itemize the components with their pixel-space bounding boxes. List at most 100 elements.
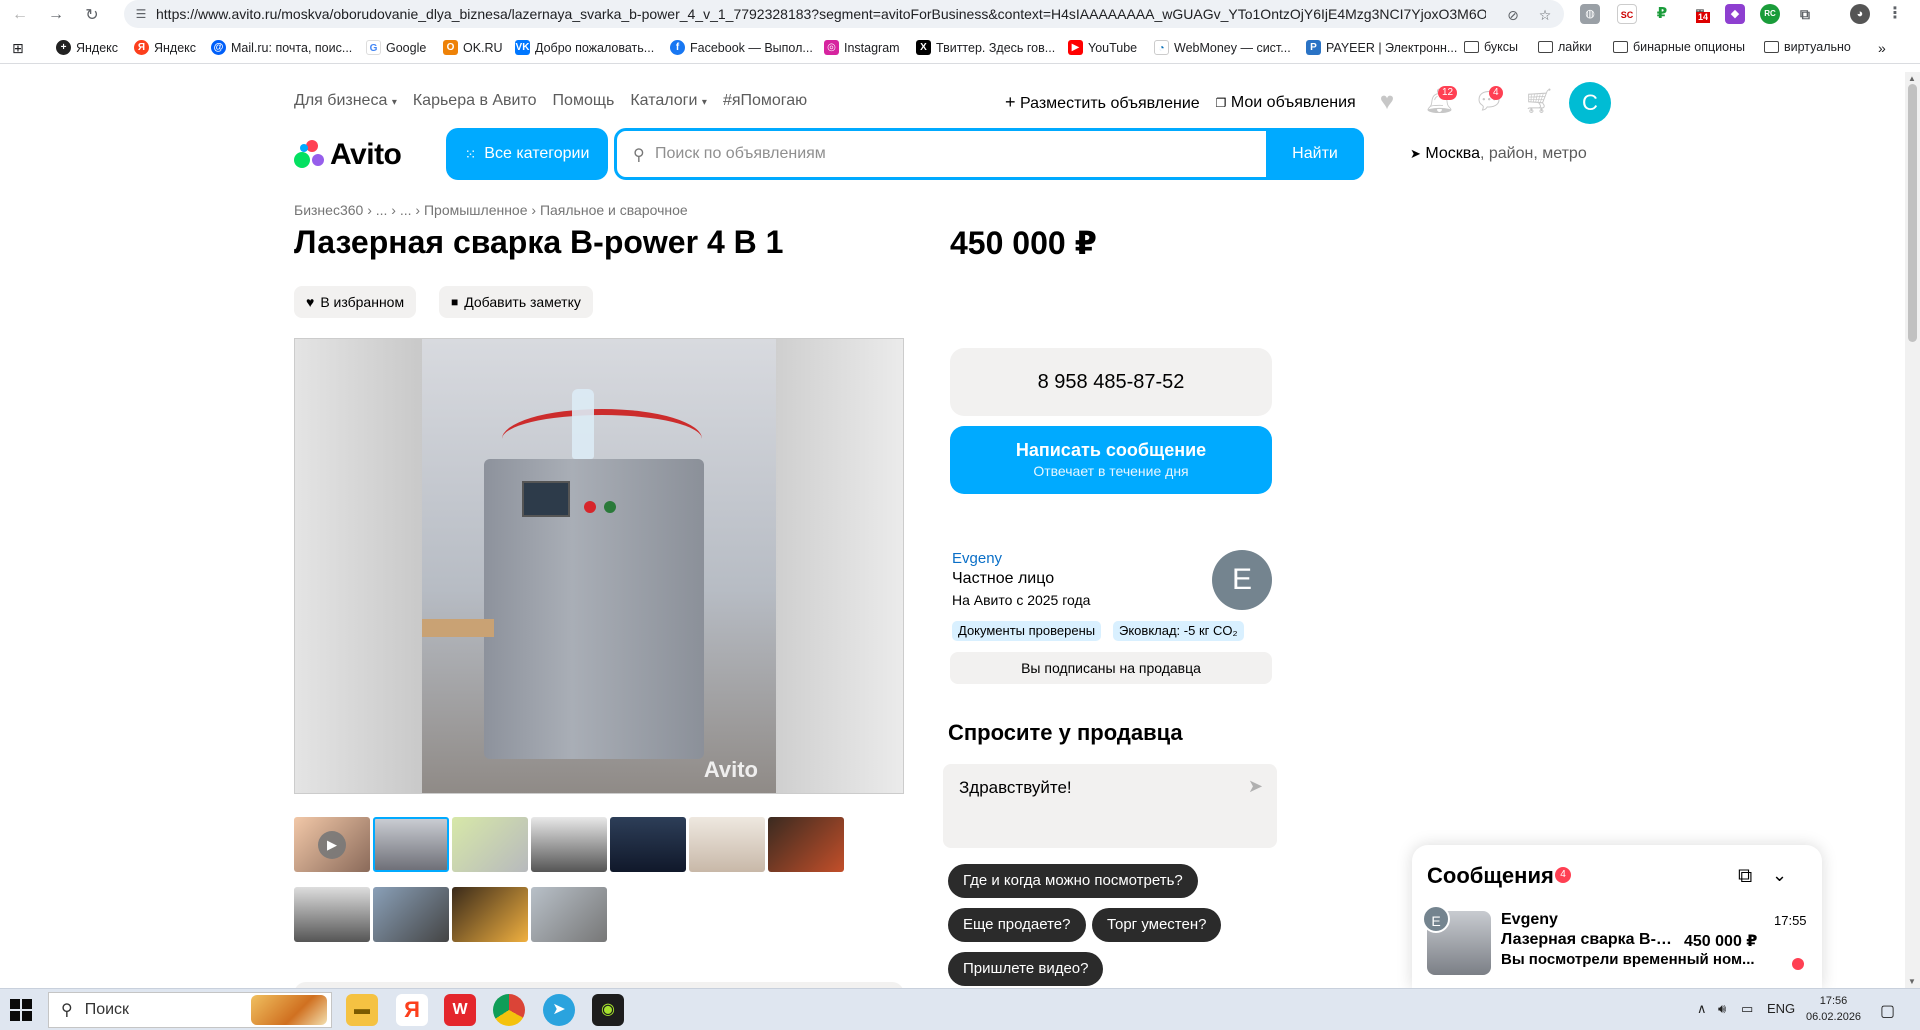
telegram-icon[interactable]: ➤: [543, 994, 575, 1026]
eco-badge[interactable]: Эковклад: -5 кг CO₂: [1113, 621, 1244, 641]
thumbnail[interactable]: [294, 887, 370, 942]
bookmark-webmoney[interactable]: ◔ WebMoney — сист...: [1154, 40, 1291, 55]
seller-name-link[interactable]: Evgeny: [952, 550, 1002, 567]
scroll-thumb[interactable]: [1908, 84, 1917, 342]
breadcrumb[interactable]: Бизнес360 › ... › ... › Промышленное › П…: [294, 202, 688, 218]
bookmark-twitter[interactable]: X Твиттер. Здесь гов...: [916, 40, 1055, 55]
site-info-icon[interactable]: ☰: [132, 5, 150, 23]
extensions-icon[interactable]: ⧉: [1795, 4, 1815, 24]
favorite-button[interactable]: ♥ В избранном: [294, 286, 417, 318]
main-photo[interactable]: Avito: [294, 338, 904, 794]
subscribed-button[interactable]: Вы подписаны на продавца: [950, 652, 1272, 684]
tray-chevron-icon[interactable]: ∧: [1697, 1001, 1707, 1017]
chat-last-message[interactable]: Вы посмотрели временный ном...: [1501, 951, 1761, 968]
quick-question-chip[interactable]: Еще продаете?: [948, 908, 1086, 942]
user-avatar[interactable]: C: [1569, 82, 1611, 124]
notification-center-icon[interactable]: ▢: [1880, 1001, 1895, 1021]
scroll-down-icon[interactable]: ▼: [1908, 977, 1916, 986]
nav-catalogs[interactable]: Каталоги ▾: [630, 92, 707, 110]
bookmark-folder-virtual[interactable]: виртуально: [1764, 40, 1851, 54]
bookmark-google[interactable]: G Google: [366, 40, 426, 55]
yandex-browser-icon[interactable]: Я: [396, 994, 428, 1026]
bookmark-instagram[interactable]: ◎ Instagram: [824, 40, 900, 55]
reload-icon[interactable]: ↻: [80, 3, 104, 27]
all-categories-button[interactable]: ⁙ Все категории: [446, 128, 608, 180]
send-icon[interactable]: ➤: [1248, 776, 1263, 797]
cart-icon[interactable]: 🛒︎: [1524, 88, 1554, 116]
bookmark-vk[interactable]: VK Добро пожаловать...: [515, 40, 654, 55]
ask-message-field[interactable]: Здравствуйте! ➤: [943, 764, 1277, 848]
sc-ext-icon[interactable]: SC: [1617, 4, 1637, 24]
globe-ext-icon[interactable]: ◍: [1580, 4, 1600, 24]
network-icon[interactable]: ▭: [1741, 1001, 1753, 1017]
bookmark-payeer[interactable]: P PAYEER | Электронн...: [1306, 40, 1457, 55]
thumbnail[interactable]: [452, 817, 528, 872]
rc-ext-icon[interactable]: RC: [1760, 4, 1780, 24]
write-message-button[interactable]: Написать сообщение Отвечает в течение дн…: [950, 426, 1272, 494]
calendar-ext-icon[interactable]: ▦14: [1690, 4, 1711, 24]
collapse-chevron-icon[interactable]: ⌄: [1772, 865, 1787, 886]
windows-start-icon[interactable]: [10, 999, 32, 1021]
favorites-heart-icon[interactable]: ♥: [1373, 88, 1401, 116]
wps-office-icon[interactable]: W: [444, 994, 476, 1026]
add-note-button[interactable]: ■ Добавить заметку: [439, 286, 593, 318]
eye-off-icon[interactable]: ⊘: [1502, 4, 1524, 26]
forward-icon[interactable]: →: [44, 3, 68, 27]
thumbnail[interactable]: [531, 817, 607, 872]
nav-business[interactable]: Для бизнеса ▾: [294, 92, 397, 110]
thumbnail-selected[interactable]: [373, 817, 449, 872]
docs-verified-badge[interactable]: Документы проверены: [952, 621, 1102, 641]
menu-dots-icon[interactable]: ⋮: [1885, 4, 1905, 24]
search-input[interactable]: [655, 139, 1235, 169]
nav-career[interactable]: Карьера в Авито: [413, 92, 537, 110]
back-icon[interactable]: ←: [8, 3, 32, 27]
my-ads-link[interactable]: ❐ Мои объявления: [1216, 94, 1356, 112]
phone-number-button[interactable]: 8 958 485-87-52: [950, 348, 1272, 416]
thumbnail[interactable]: [373, 887, 449, 942]
profile-icon[interactable]: ◕: [1850, 4, 1870, 24]
nav-ya-pomogayu[interactable]: #яПомогаю: [723, 92, 807, 110]
quick-question-chip[interactable]: Торг уместен?: [1092, 908, 1222, 942]
thumbnail[interactable]: [610, 817, 686, 872]
bookmark-facebook[interactable]: f Facebook — Выпол...: [670, 40, 813, 55]
taskbar-search[interactable]: ⚲ Поиск: [48, 992, 332, 1028]
quick-question-chip[interactable]: Где и когда можно посмотреть?: [948, 864, 1198, 898]
gem-ext-icon[interactable]: ◆: [1725, 4, 1745, 24]
scroll-up-icon[interactable]: ▲: [1908, 74, 1916, 83]
find-button[interactable]: Найти: [1266, 128, 1364, 180]
thumbnail[interactable]: [452, 887, 528, 942]
post-ad-link[interactable]: + Разместить объявление: [1005, 92, 1200, 113]
ruble-ext-icon[interactable]: ₽: [1652, 4, 1672, 24]
location-selector[interactable]: ➤ Москва, район, метро: [1410, 145, 1587, 163]
file-explorer-icon[interactable]: ▬: [346, 994, 378, 1026]
bookmark-okru[interactable]: О OK.RU: [443, 40, 503, 55]
open-external-icon[interactable]: ⧉: [1738, 865, 1752, 888]
bookmark-star-icon[interactable]: ☆: [1534, 4, 1556, 26]
bookmark-folder-buksy[interactable]: буксы: [1464, 40, 1518, 54]
volume-icon[interactable]: 🔊︎: [1718, 1001, 1726, 1017]
language-indicator[interactable]: ENG: [1767, 1001, 1795, 1016]
page-scrollbar[interactable]: ▲ ▼: [1905, 72, 1920, 988]
clock[interactable]: 17:56 06.02.2026: [1806, 993, 1861, 1025]
app-icon[interactable]: ◉: [592, 994, 624, 1026]
avito-logo[interactable]: Avito: [294, 138, 402, 172]
apps-icon[interactable]: ⊞: [12, 40, 24, 57]
address-bar[interactable]: ☰ https://www.avito.ru/moskva/oborudovan…: [124, 0, 1564, 28]
chat-name[interactable]: Evgeny: [1501, 911, 1558, 929]
thumbnail[interactable]: [689, 817, 765, 872]
quick-question-chip[interactable]: Пришлете видео?: [948, 952, 1104, 986]
nav-help[interactable]: Помощь: [553, 92, 615, 110]
thumbnail[interactable]: [531, 887, 607, 942]
bookmark-folder-binary[interactable]: бинарные опционы: [1613, 40, 1745, 54]
bookmark-yandex-1[interactable]: + Яндекс: [56, 40, 118, 55]
thumbnail[interactable]: [768, 817, 844, 872]
chat-item-title[interactable]: Лазерная сварка B-ро...: [1501, 931, 1676, 949]
thumbnail-video[interactable]: ▶: [294, 817, 370, 872]
bookmark-yandex-2[interactable]: Я Яндекс: [134, 40, 196, 55]
bookmark-folder-layki[interactable]: лайки: [1538, 40, 1592, 54]
more-bookmarks-icon[interactable]: »: [1878, 40, 1886, 56]
seller-avatar[interactable]: E: [1212, 550, 1272, 610]
bookmark-mailru[interactable]: @ Mail.ru: почта, поис...: [211, 40, 352, 55]
bookmark-youtube[interactable]: ▶ YouTube: [1068, 40, 1137, 55]
chrome-icon[interactable]: [493, 994, 525, 1026]
